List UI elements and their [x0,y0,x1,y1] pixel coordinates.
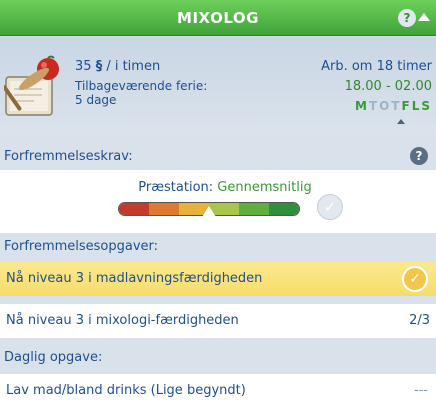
task-row[interactable]: Nå niveau 3 i mixologi-færdigheden 2/3 [0,304,436,338]
tasks-label: Forfremmelsesopgaver: [4,239,159,254]
pay-amount: 35 [75,59,92,74]
career-title: MIXOLOG [177,9,259,27]
meter-segment [269,203,299,215]
performance-pointer-icon [202,206,216,217]
task-text: Nå niveau 3 i madlavningsfærdigheden [6,271,263,286]
day-tuesday: T [368,99,380,113]
day-saturday: L [411,99,422,113]
daily-task-text: Lav mad/bland drinks (Lige begyndt) [6,383,246,398]
vacation-value: 5 dage [75,93,117,107]
checkmark-icon: ✓ [317,194,343,220]
job-info-panel: 35 § / i timen Tilbageværende ferie: 5 d… [0,37,436,137]
task-text: Nå niveau 3 i mixologi-færdigheden [6,313,239,328]
work-countdown: Arb. om 18 timer [321,59,432,74]
help-icon[interactable]: ? [398,9,416,27]
pay-rate: 35 § / i timen [75,59,160,74]
daily-task-progress: --- [413,383,428,398]
meter-segment [119,203,149,215]
performance-value: Gennemsnitlig [217,180,312,195]
work-hours: 18.00 - 02.00 [344,79,432,94]
simoleon-icon: § [95,59,103,74]
day-friday: F [401,99,412,113]
pay-unit: / i timen [106,59,161,74]
performance-label: Præstation: [138,180,214,195]
day-monday: M [354,99,369,113]
meter-segment [239,203,269,215]
task-row[interactable]: Nå niveau 3 i madlavningsfærdigheden ✓ [0,262,436,296]
day-thursday: T [391,99,402,113]
vacation-label: Tilbageværende ferie: [75,79,208,93]
performance-text: Præstation: Gennemsnitlig [0,180,436,195]
task-progress: 2/3 [409,313,430,328]
meter-segment [149,203,179,215]
performance-panel: Præstation: Gennemsnitlig ✓ [0,170,436,233]
day-sunday: S [421,99,432,113]
today-marker-icon [397,119,405,124]
requirements-label: Forfremmelseskrav: [4,149,133,164]
daily-task-label: Daglig opgave: [4,350,103,365]
chevron-up-icon[interactable] [418,13,430,21]
cookbook-icon [4,55,59,116]
work-days: MTOTFLS [355,99,432,113]
day-wednesday: O [379,99,392,113]
help-icon[interactable]: ? [410,147,428,165]
daily-task-row[interactable]: Lav mad/bland drinks (Lige begyndt) --- [0,374,436,408]
checkmark-icon: ✓ [402,266,428,292]
